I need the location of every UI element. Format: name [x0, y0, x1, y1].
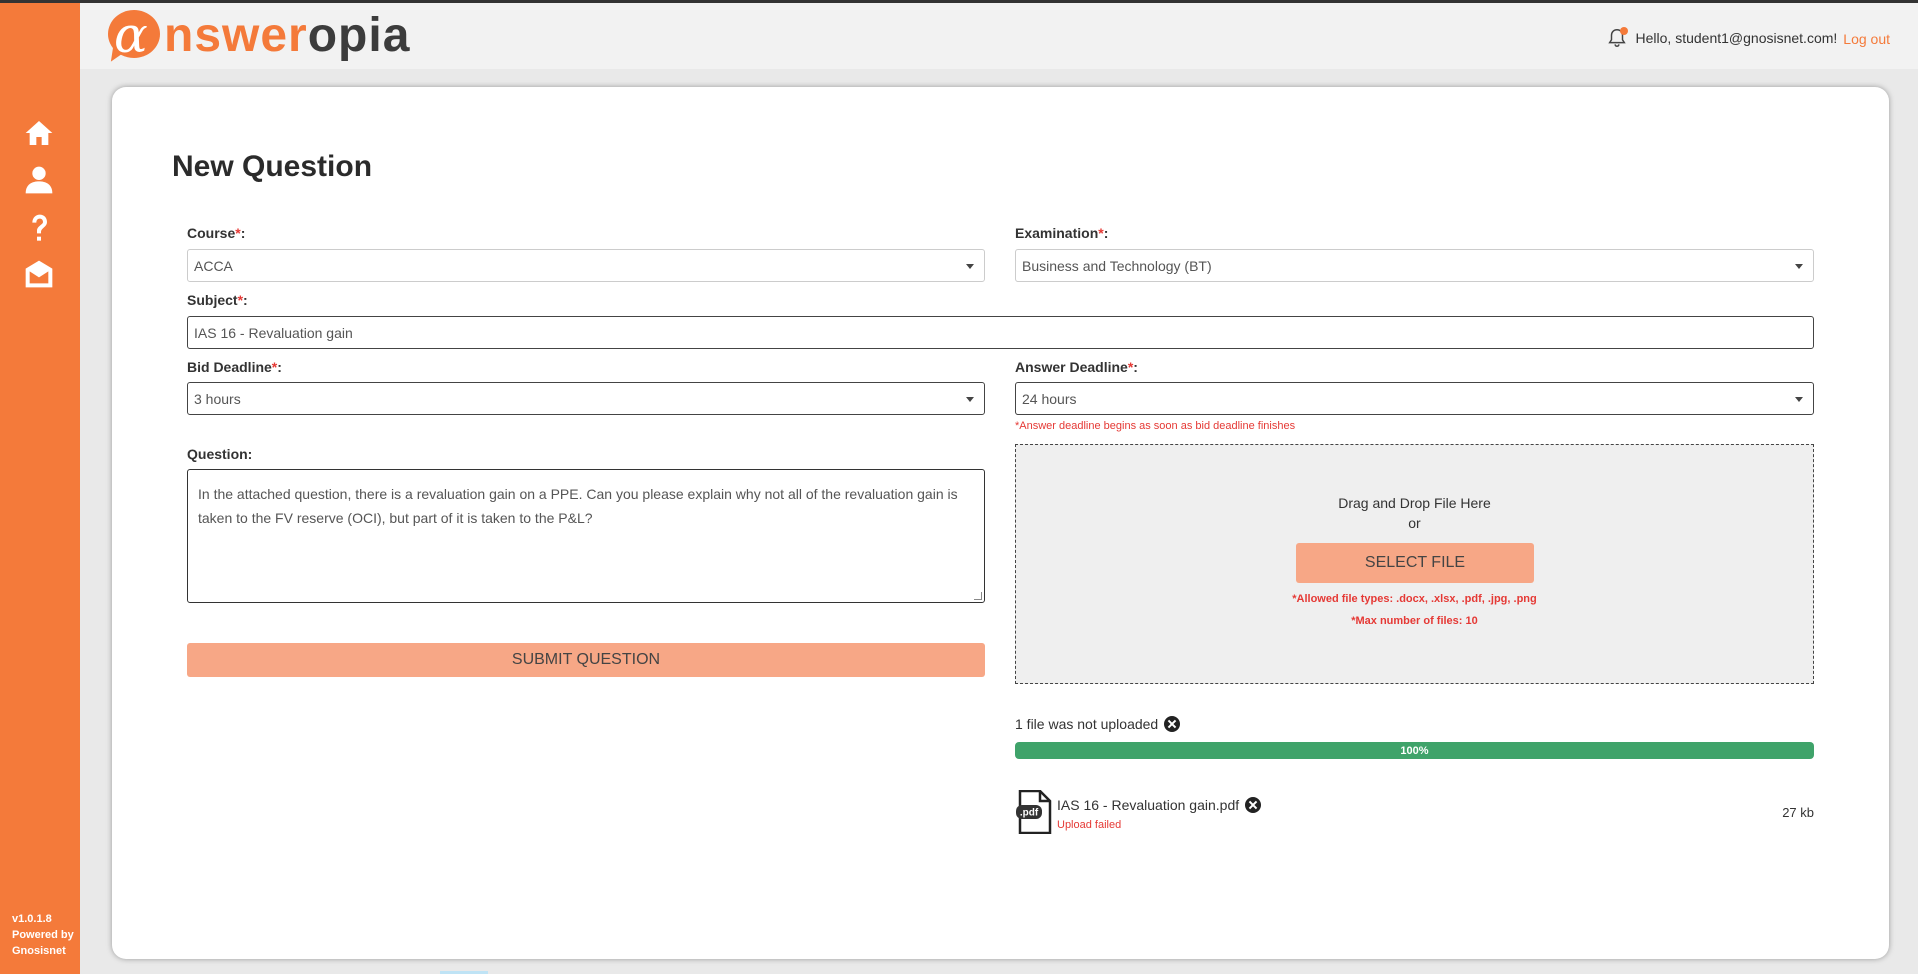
powered-by-name: Gnosisnet — [12, 945, 66, 957]
file-size: 27 kb — [1782, 805, 1814, 820]
examination-label: Examination*: — [1015, 225, 1109, 241]
version-info: v1.0.1.8 Powered by Gnosisnet — [12, 911, 74, 959]
upload-failed-text: Upload failed — [1057, 819, 1122, 831]
upload-progress-bar: 100% — [1015, 742, 1814, 759]
notification-bell-icon[interactable] — [1606, 27, 1628, 49]
submit-question-button[interactable]: SUBMIT QUESTION — [187, 643, 985, 677]
answeropia-logo[interactable]: α nsweropia — [107, 6, 411, 67]
user-icon[interactable] — [22, 163, 56, 197]
file-dropzone[interactable]: Drag and Drop File Here or SELECT FILE *… — [1015, 444, 1814, 684]
or-text: or — [1408, 515, 1421, 531]
chevron-down-icon — [1795, 397, 1803, 402]
subject-input[interactable]: IAS 16 - Revaluation gain — [187, 316, 1814, 349]
bid-deadline-select[interactable]: 3 hours — [187, 382, 985, 415]
chevron-down-icon — [966, 264, 974, 269]
home-icon[interactable] — [22, 116, 56, 150]
inbox-icon[interactable] — [22, 257, 56, 291]
powered-by-label: Powered by — [12, 929, 74, 941]
pdf-file-icon: .pdf — [1015, 789, 1053, 835]
version-number: v1.0.1.8 — [12, 913, 52, 925]
chevron-down-icon — [1795, 264, 1803, 269]
answer-deadline-label: Answer Deadline*: — [1015, 359, 1138, 375]
logout-link[interactable]: Log out — [1843, 31, 1890, 47]
uploaded-file-item: .pdf IAS 16 - Revaluation gain.pdf Uploa… — [1015, 789, 1814, 836]
allowed-types-note: *Allowed file types: .docx, .xlsx, .pdf,… — [1292, 593, 1537, 605]
answer-deadline-select[interactable]: 24 hours — [1015, 382, 1814, 415]
subject-label: Subject*: — [187, 292, 248, 308]
answer-deadline-note: *Answer deadline begins as soon as bid d… — [1015, 420, 1296, 432]
max-files-note: *Max number of files: 10 — [1351, 615, 1478, 627]
user-greeting: Hello, student1@gnosisnet.com! Log out — [1606, 27, 1890, 49]
drag-drop-text: Drag and Drop File Here — [1338, 495, 1491, 511]
chevron-down-icon — [966, 397, 974, 402]
question-label: Question: — [187, 446, 253, 462]
greeting-text: Hello, student1@gnosisnet.com! — [1635, 30, 1838, 46]
logo-text: nsweropia — [164, 9, 411, 62]
upload-status-text: 1 file was not uploaded — [1015, 716, 1159, 732]
progress-fill: 100% — [1015, 742, 1814, 759]
sidebar: v1.0.1.8 Powered by Gnosisnet — [0, 3, 80, 974]
course-select[interactable]: ACCA — [187, 249, 985, 282]
upload-status: 1 file was not uploaded — [1015, 716, 1181, 732]
bid-deadline-label: Bid Deadline*: — [187, 359, 282, 375]
examination-select[interactable]: Business and Technology (BT) — [1015, 249, 1814, 282]
svg-text:.pdf: .pdf — [1020, 808, 1039, 819]
remove-file-icon[interactable] — [1245, 797, 1262, 813]
course-label: Course*: — [187, 225, 246, 241]
file-name: IAS 16 - Revaluation gain.pdf — [1057, 797, 1262, 813]
page-title: New Question — [172, 150, 373, 183]
resize-handle[interactable] — [974, 592, 982, 600]
question-textarea[interactable]: In the attached question, there is a rev… — [187, 469, 985, 603]
select-file-button[interactable]: SELECT FILE — [1296, 543, 1534, 583]
top-header: α nsweropia Hello, student1@gnosisnet.co… — [80, 3, 1918, 69]
dismiss-status-icon[interactable] — [1164, 716, 1181, 732]
question-icon[interactable] — [22, 211, 56, 245]
logo-bubble-icon: α — [107, 6, 166, 67]
